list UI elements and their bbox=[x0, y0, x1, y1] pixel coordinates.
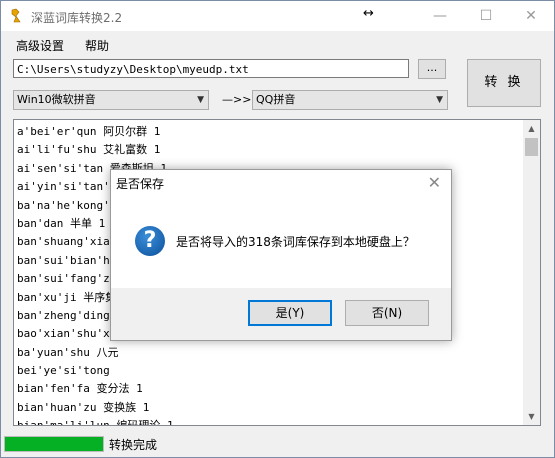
menu-help[interactable]: 帮助 bbox=[85, 37, 109, 54]
title-bar[interactable]: 深蓝词库转换2.2 ↔ — ☐ ✕ bbox=[1, 1, 554, 31]
list-item[interactable]: bian'huan'zu 变换族 1 bbox=[17, 399, 522, 417]
source-format-value: Win10微软拼音 bbox=[17, 93, 96, 106]
vertical-scrollbar[interactable]: ▲ ▼ bbox=[523, 120, 540, 425]
list-item[interactable]: ba'yuan'shu 八元 bbox=[17, 344, 522, 362]
minimize-button[interactable]: — bbox=[417, 1, 463, 31]
list-item[interactable]: ai'li'fu'shu 艾礼富数 1 bbox=[17, 141, 522, 159]
chevron-down-icon: ▼ bbox=[197, 95, 204, 105]
menu-advanced-settings[interactable]: 高级设置 bbox=[16, 37, 64, 54]
close-button[interactable]: ✕ bbox=[508, 1, 554, 31]
status-text: 转换完成 bbox=[109, 438, 158, 452]
window-title: 深蓝词库转换2.2 bbox=[31, 11, 123, 25]
save-dialog: 是否保存 ✕ ? 是否将导入的318条词库保存到本地硬盘上？ 是(Y) 否(N) bbox=[110, 169, 452, 341]
main-window: 深蓝词库转换2.2 ↔ — ☐ ✕ 高级设置 帮助 C:\Users\study… bbox=[0, 0, 555, 458]
progress-fill bbox=[5, 437, 103, 451]
scroll-down-icon[interactable]: ▼ bbox=[523, 408, 540, 425]
convert-direction-arrow: —>> bbox=[222, 93, 252, 106]
no-button[interactable]: 否(N) bbox=[345, 300, 429, 326]
list-item[interactable]: bian'ma'li'lun 编码理论 1 bbox=[17, 417, 522, 425]
list-item[interactable]: a'bei'er'qun 阿贝尔群 1 bbox=[17, 123, 522, 141]
maximize-icon: ☐ bbox=[479, 8, 493, 24]
app-icon bbox=[11, 8, 21, 23]
source-format-select[interactable]: Win10微软拼音 ▼ bbox=[13, 90, 209, 110]
target-format-select[interactable]: QQ拼音 ▼ bbox=[252, 90, 448, 110]
scroll-up-icon[interactable]: ▲ bbox=[523, 120, 540, 137]
list-item[interactable]: bei'ye'si'tong bbox=[17, 362, 522, 380]
scroll-thumb[interactable] bbox=[525, 138, 538, 156]
yes-button[interactable]: 是(Y) bbox=[248, 300, 332, 326]
question-icon: ? bbox=[135, 226, 165, 256]
status-bar: 转换完成 bbox=[1, 431, 554, 457]
menu-bar: 高级设置 帮助 bbox=[1, 32, 554, 56]
resize-cursor-icon: ↔ bbox=[363, 6, 374, 21]
dialog-title: 是否保存 bbox=[116, 177, 165, 191]
dialog-close-icon[interactable]: ✕ bbox=[428, 173, 441, 192]
progress-bar bbox=[4, 436, 104, 452]
convert-button[interactable]: 转 换 bbox=[467, 59, 541, 107]
close-icon: ✕ bbox=[525, 8, 537, 24]
file-path-input[interactable]: C:\Users\studyzy\Desktop\myeudp.txt bbox=[13, 59, 409, 78]
dialog-message: 是否将导入的318条词库保存到本地硬盘上？ bbox=[176, 235, 415, 249]
target-format-value: QQ拼音 bbox=[256, 93, 296, 106]
chevron-down-icon: ▼ bbox=[436, 95, 443, 105]
dialog-footer: 是(Y) 否(N) bbox=[111, 288, 451, 340]
browse-button[interactable]: ... bbox=[418, 59, 446, 79]
list-item[interactable]: bian'fen'fa 变分法 1 bbox=[17, 380, 522, 398]
maximize-button[interactable]: ☐ bbox=[463, 1, 509, 31]
minimize-icon: — bbox=[433, 8, 447, 24]
